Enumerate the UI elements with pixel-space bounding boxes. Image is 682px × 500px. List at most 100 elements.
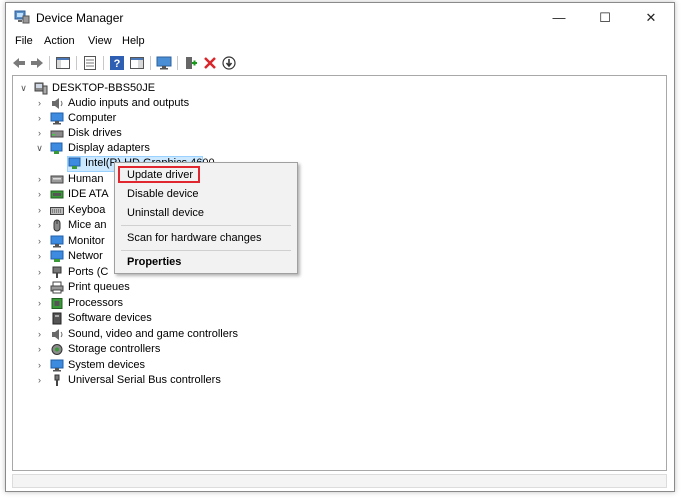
update-icon bbox=[222, 56, 236, 70]
menu-item-scan-hardware[interactable]: Scan for hardware changes bbox=[115, 228, 297, 248]
menu-bar: File Action View Help bbox=[6, 32, 674, 52]
device-tree[interactable]: ∨ DESKTOP-BBS50JE › Audio inputs and out… bbox=[12, 75, 667, 471]
svg-text:?: ? bbox=[114, 58, 121, 70]
toolbar-separator bbox=[76, 56, 77, 70]
tree-root[interactable]: ∨ DESKTOP-BBS50JE bbox=[13, 81, 653, 96]
minimize-icon: — bbox=[552, 10, 566, 25]
menu-help[interactable]: Help bbox=[122, 35, 145, 47]
speaker-icon bbox=[52, 98, 63, 109]
properties-label: Properties bbox=[127, 256, 182, 268]
expand-chevron-icon[interactable]: › bbox=[35, 296, 44, 311]
tree-item-mice[interactable]: › Mice an bbox=[13, 218, 653, 233]
properties-button[interactable] bbox=[81, 54, 99, 72]
status-bar bbox=[12, 474, 667, 488]
storage-icon bbox=[51, 344, 63, 355]
tree-item-storage-controllers[interactable]: › Storage controllers bbox=[13, 342, 653, 357]
expand-chevron-icon[interactable]: › bbox=[35, 311, 44, 326]
tree-item-ide-ata[interactable]: › IDE ATA bbox=[13, 187, 653, 202]
tree-item-monitors[interactable]: › Monitor bbox=[13, 234, 653, 249]
expand-chevron-icon[interactable]: › bbox=[35, 187, 44, 202]
tree-item-print-queues[interactable]: › Print queues bbox=[13, 280, 653, 295]
menu-item-uninstall-device[interactable]: Uninstall device bbox=[115, 203, 297, 223]
scan-hardware-button[interactable] bbox=[155, 54, 173, 72]
help-icon: ? bbox=[110, 56, 124, 70]
update-button[interactable] bbox=[220, 54, 238, 72]
action-pane-button[interactable] bbox=[128, 54, 146, 72]
uninstall-device-label: Uninstall device bbox=[127, 207, 205, 219]
forward-button[interactable] bbox=[28, 54, 46, 72]
expand-chevron-icon[interactable]: › bbox=[35, 111, 44, 126]
disable-device-label: Disable device bbox=[127, 188, 199, 200]
expand-chevron-icon[interactable]: › bbox=[35, 218, 44, 233]
expand-chevron-icon[interactable]: › bbox=[35, 280, 44, 295]
expand-chevron-icon[interactable]: › bbox=[35, 342, 44, 357]
collapse-chevron-icon[interactable]: ∨ bbox=[35, 141, 44, 156]
tree-item-label: IDE ATA bbox=[68, 188, 109, 200]
forward-icon bbox=[31, 58, 43, 68]
tree-item-label: Networ bbox=[68, 250, 103, 262]
ide-icon bbox=[50, 190, 64, 199]
context-menu: Update driver Disable device Uninstall d… bbox=[114, 162, 298, 274]
tree-item-ports[interactable]: › Ports (C bbox=[13, 265, 653, 280]
maximize-button[interactable]: ☐ bbox=[582, 3, 628, 32]
tree-item-label: Mice an bbox=[68, 219, 107, 231]
tree-item-audio[interactable]: › Audio inputs and outputs bbox=[13, 96, 653, 111]
tree-item-sound-video[interactable]: › Sound, video and game controllers bbox=[13, 327, 653, 342]
display-adapter-icon bbox=[68, 157, 81, 169]
tree-item-label: Disk drives bbox=[68, 127, 122, 139]
menu-file[interactable]: File bbox=[15, 35, 33, 47]
help-button[interactable]: ? bbox=[108, 54, 126, 72]
show-hide-console-button[interactable] bbox=[54, 54, 72, 72]
tree-item-processors[interactable]: › Processors bbox=[13, 296, 653, 311]
expand-chevron-icon[interactable]: › bbox=[35, 373, 44, 388]
tree-item-keyboards[interactable]: › Keyboa bbox=[13, 203, 653, 218]
menu-item-disable-device[interactable]: Disable device bbox=[115, 184, 297, 204]
expand-chevron-icon[interactable]: › bbox=[35, 203, 44, 218]
printer-icon bbox=[50, 281, 64, 294]
tree-item-system-devices[interactable]: › System devices bbox=[13, 358, 653, 373]
uninstall-button[interactable] bbox=[201, 54, 219, 72]
back-button[interactable] bbox=[10, 54, 28, 72]
monitor-icon bbox=[50, 235, 64, 248]
menu-item-properties[interactable]: Properties bbox=[115, 252, 297, 272]
menu-action[interactable]: Action bbox=[44, 35, 75, 47]
add-driver-icon bbox=[186, 57, 197, 69]
expand-chevron-icon[interactable]: › bbox=[35, 234, 44, 249]
tree-item-label: Audio inputs and outputs bbox=[68, 97, 190, 109]
network-icon bbox=[50, 250, 64, 262]
tree-item-label: Computer bbox=[68, 112, 117, 124]
add-driver-button[interactable] bbox=[182, 54, 200, 72]
tree-item-computer[interactable]: › Computer bbox=[13, 111, 653, 126]
tree-item-human-interface[interactable]: › Human bbox=[13, 172, 653, 187]
tree-item-disk-drives[interactable]: › Disk drives bbox=[13, 126, 653, 141]
properties-icon bbox=[84, 56, 96, 70]
expand-chevron-icon[interactable]: › bbox=[35, 327, 44, 342]
tree-item-usb-controllers[interactable]: › Universal Serial Bus controllers bbox=[13, 373, 653, 388]
toolbar-separator bbox=[103, 56, 104, 70]
tree-item-label: Monitor bbox=[68, 235, 105, 247]
tree-item-intel-hd-graphics[interactable]: Intel(R) HD Graphics 4600 bbox=[13, 156, 653, 171]
expand-chevron-icon[interactable]: › bbox=[35, 265, 44, 280]
minimize-button[interactable]: — bbox=[536, 3, 582, 32]
expand-chevron-icon[interactable]: › bbox=[35, 96, 44, 111]
expand-chevron-icon[interactable]: › bbox=[35, 358, 44, 373]
tree-item-display-adapters[interactable]: ∨ Display adapters bbox=[13, 141, 653, 156]
menu-view[interactable]: View bbox=[88, 35, 112, 47]
expand-chevron-icon[interactable]: › bbox=[35, 126, 44, 141]
close-button[interactable]: ✕ bbox=[628, 3, 674, 32]
expand-chevron-icon[interactable]: › bbox=[35, 249, 44, 264]
tree-item-network[interactable]: › Networ bbox=[13, 249, 653, 264]
computer-icon bbox=[50, 112, 64, 125]
tree-item-label: Software devices bbox=[68, 312, 152, 324]
software-icon bbox=[52, 312, 62, 325]
toolbar-separator bbox=[49, 56, 50, 70]
desktop-computer-icon bbox=[34, 82, 48, 95]
tree-item-label: Sound, video and game controllers bbox=[68, 328, 238, 340]
keyboard-icon bbox=[50, 207, 64, 215]
menu-separator bbox=[121, 225, 291, 226]
title-bar[interactable]: Device Manager — ☐ ✕ bbox=[6, 3, 674, 32]
collapse-chevron-icon[interactable]: ∨ bbox=[19, 81, 28, 96]
tree-item-software-devices[interactable]: › Software devices bbox=[13, 311, 653, 326]
back-icon bbox=[13, 58, 25, 68]
expand-chevron-icon[interactable]: › bbox=[35, 172, 44, 187]
